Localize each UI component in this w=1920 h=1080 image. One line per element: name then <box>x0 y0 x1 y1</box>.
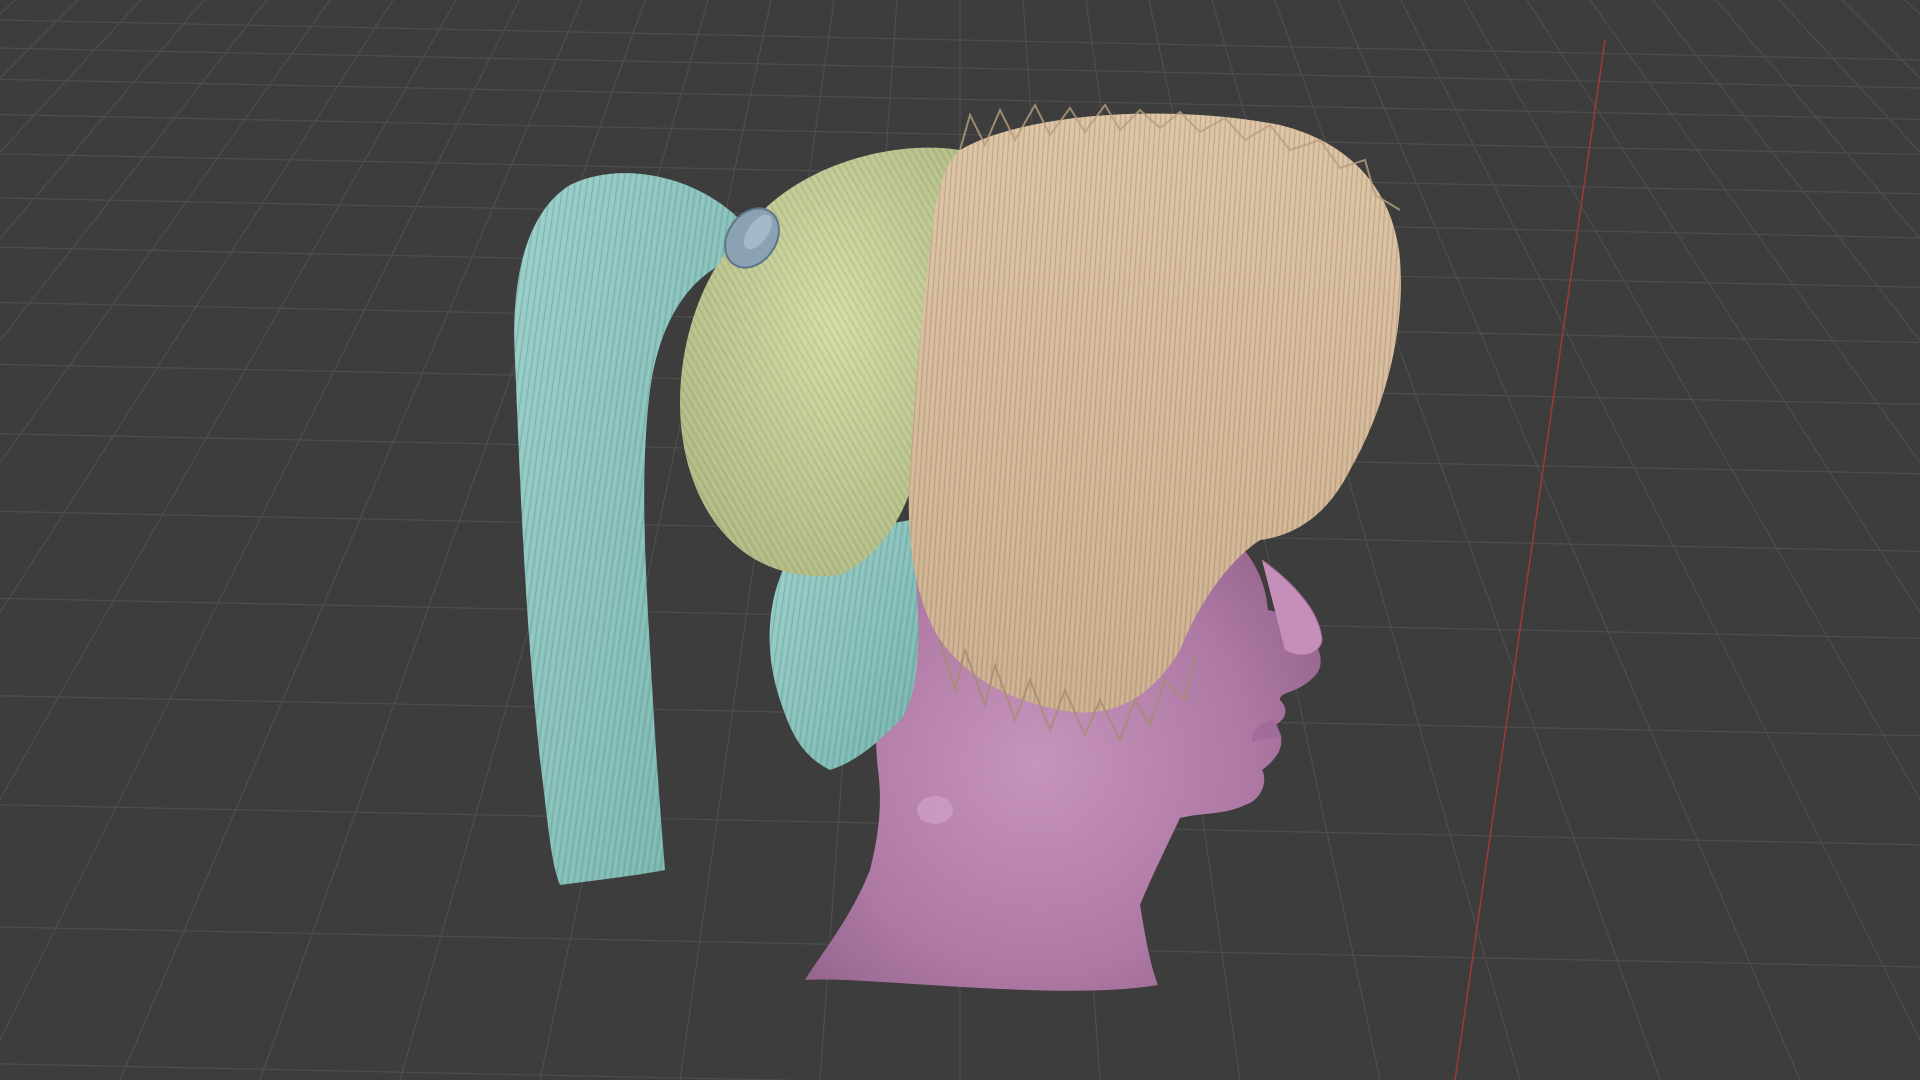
3d-viewport[interactable] <box>0 0 1920 1080</box>
viewport-canvas[interactable] <box>0 0 1920 1080</box>
